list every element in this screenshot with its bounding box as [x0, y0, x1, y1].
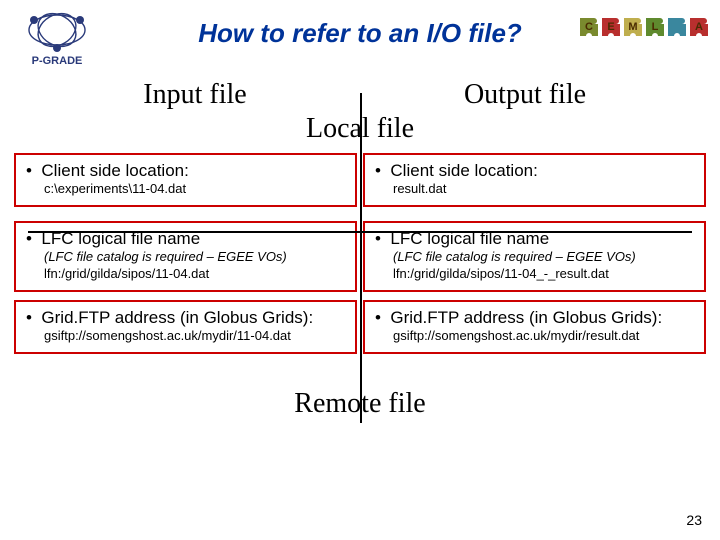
bullet-sub: c:\experiments\11-04.dat: [26, 181, 347, 197]
puzzle-piece: A: [688, 14, 710, 40]
puzzle-piece: M: [622, 14, 644, 40]
puzzle-piece: E: [600, 14, 622, 40]
bullet-sub: result.dat: [375, 181, 696, 197]
bullet-head: • Client side location:: [26, 161, 347, 181]
pgrade-logo-label: P-GRADE: [32, 55, 83, 67]
bullet-sub: (LFC file catalog is required – EGEE VOs…: [26, 249, 347, 282]
cell-right: • Client side location: result.dat: [363, 153, 706, 207]
bullet-head: • Grid.FTP address (in Globus Grids):: [26, 308, 347, 328]
cell-left: • Client side location: c:\experiments\1…: [14, 153, 357, 207]
bullet-sub: gsiftp://somengshost.ac.uk/mydir/result.…: [375, 328, 696, 344]
bullet-head: • Grid.FTP address (in Globus Grids):: [375, 308, 696, 328]
vertical-divider: [360, 93, 362, 423]
cell-right: • Grid.FTP address (in Globus Grids): gs…: [363, 300, 706, 354]
bullet-sub: (LFC file catalog is required – EGEE VOs…: [375, 249, 696, 282]
page-number: 23: [686, 512, 702, 528]
puzzle-piece: [666, 14, 688, 40]
puzzle-logo: CEMLA: [578, 14, 710, 40]
cell-left: • Grid.FTP address (in Globus Grids): gs…: [14, 300, 357, 354]
bullet-sub: gsiftp://somengshost.ac.uk/mydir/11-04.d…: [26, 328, 347, 344]
puzzle-piece: L: [644, 14, 666, 40]
output-header: Output file: [360, 79, 690, 111]
bullet-head: • Client side location:: [375, 161, 696, 181]
horizontal-divider: [28, 231, 692, 233]
pgrade-logo: P-GRADE: [14, 8, 100, 70]
content-grid: • Client side location: c:\experiments\1…: [14, 153, 706, 354]
input-header: Input file: [30, 79, 360, 111]
puzzle-piece: C: [578, 14, 600, 40]
